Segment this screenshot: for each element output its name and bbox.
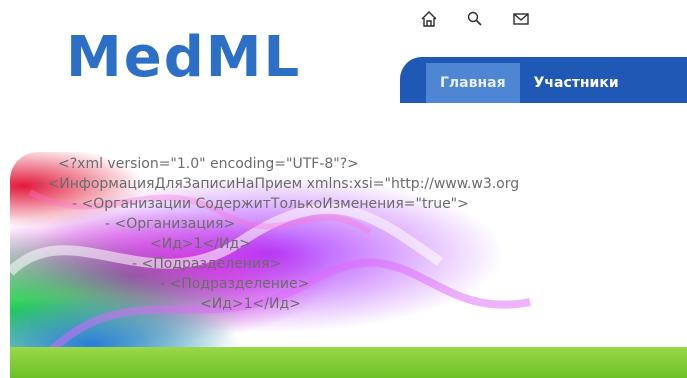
xml-code-overlay: <?xml version="1.0" encoding="UTF-8"?> -… [10, 152, 687, 378]
xml-line: - <Организации СодержитТолькоИзменения="… [72, 196, 469, 212]
xml-line: <?xml version="1.0" encoding="UTF-8"?> [58, 156, 359, 172]
xml-line: - <Организация> [105, 216, 236, 232]
top-icon-bar [418, 8, 532, 30]
xml-line: - <ИнформацияДляЗаписиНаПрием xmlns:xsi=… [38, 176, 520, 192]
xml-line: - <Подразделение> [160, 276, 310, 292]
green-band [10, 347, 687, 378]
tab-home[interactable]: Главная [426, 63, 520, 103]
home-icon[interactable] [418, 8, 440, 30]
hero-banner: <?xml version="1.0" encoding="UTF-8"?> -… [10, 152, 687, 378]
search-icon[interactable] [464, 8, 486, 30]
xml-line: <Ид>1</Ид> [150, 236, 251, 252]
nav-tabs: Главная Участники [426, 63, 633, 103]
tab-participants[interactable]: Участники [520, 63, 633, 103]
logo[interactable]: MedML [66, 30, 301, 86]
xml-line: - <Подразделения> [132, 256, 282, 272]
mail-icon[interactable] [510, 8, 532, 30]
xml-line: <Ид>1</Ид> [200, 296, 301, 312]
main-nav: Главная Участники [400, 57, 687, 103]
